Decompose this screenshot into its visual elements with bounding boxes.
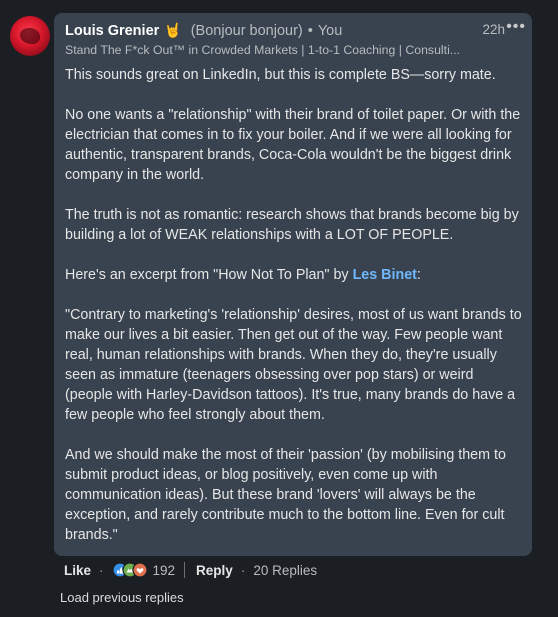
rock-hand-emoji-icon: 🤘 [164, 22, 182, 38]
comment-bubble: Louis Grenier 🤘 (Bonjour bonjour) • You … [54, 13, 532, 556]
comment-paragraph: The truth is not as romantic: research s… [65, 207, 519, 243]
les-binet-link[interactable]: Les Binet [353, 267, 417, 283]
more-options-icon[interactable]: ••• [506, 18, 526, 36]
author-avatar[interactable] [10, 16, 50, 56]
author-headline: Stand The F*ck Out™ in Crowded Markets |… [65, 43, 461, 57]
excerpt-suffix: : [416, 267, 421, 283]
load-previous-replies-button[interactable]: Load previous replies [60, 590, 184, 605]
separator-dot: · [240, 562, 246, 578]
excerpt-prefix: Here's an excerpt from "How Not To Plan"… [65, 267, 353, 283]
comment-timestamp: 22h [482, 22, 505, 37]
quote-paragraph: And we should make the most of their 'pa… [65, 447, 506, 543]
quote-paragraph: "Contrary to marketing's 'relationship' … [65, 307, 522, 423]
separator-dot: · [99, 562, 104, 578]
replies-count-link[interactable]: 20 Replies [253, 563, 317, 578]
reaction-count: 192 [152, 562, 176, 578]
comment-paragraph: This sounds great on LinkedIn, but this … [65, 67, 496, 83]
comment-text: This sounds great on LinkedIn, but this … [65, 65, 523, 565]
comment-actions: Like · 192 Reply · 20 Replies [64, 561, 317, 579]
separator-dot: • [307, 22, 313, 39]
author-name[interactable]: Louis Grenier [65, 23, 159, 39]
reactions-summary[interactable]: 192 [111, 562, 176, 578]
reply-button[interactable]: Reply [196, 563, 233, 578]
divider [184, 562, 186, 578]
comment-paragraph: No one wants a "relationship" with their… [65, 107, 521, 183]
like-button[interactable]: Like [64, 563, 91, 578]
comment-author-row: Louis Grenier 🤘 (Bonjour bonjour) • You [65, 22, 342, 39]
connection-degree: You [317, 22, 343, 39]
author-pronoun: (Bonjour bonjour) [190, 22, 303, 39]
reaction-icons [111, 562, 148, 578]
excerpt-intro: Here's an excerpt from "How Not To Plan"… [65, 265, 523, 285]
